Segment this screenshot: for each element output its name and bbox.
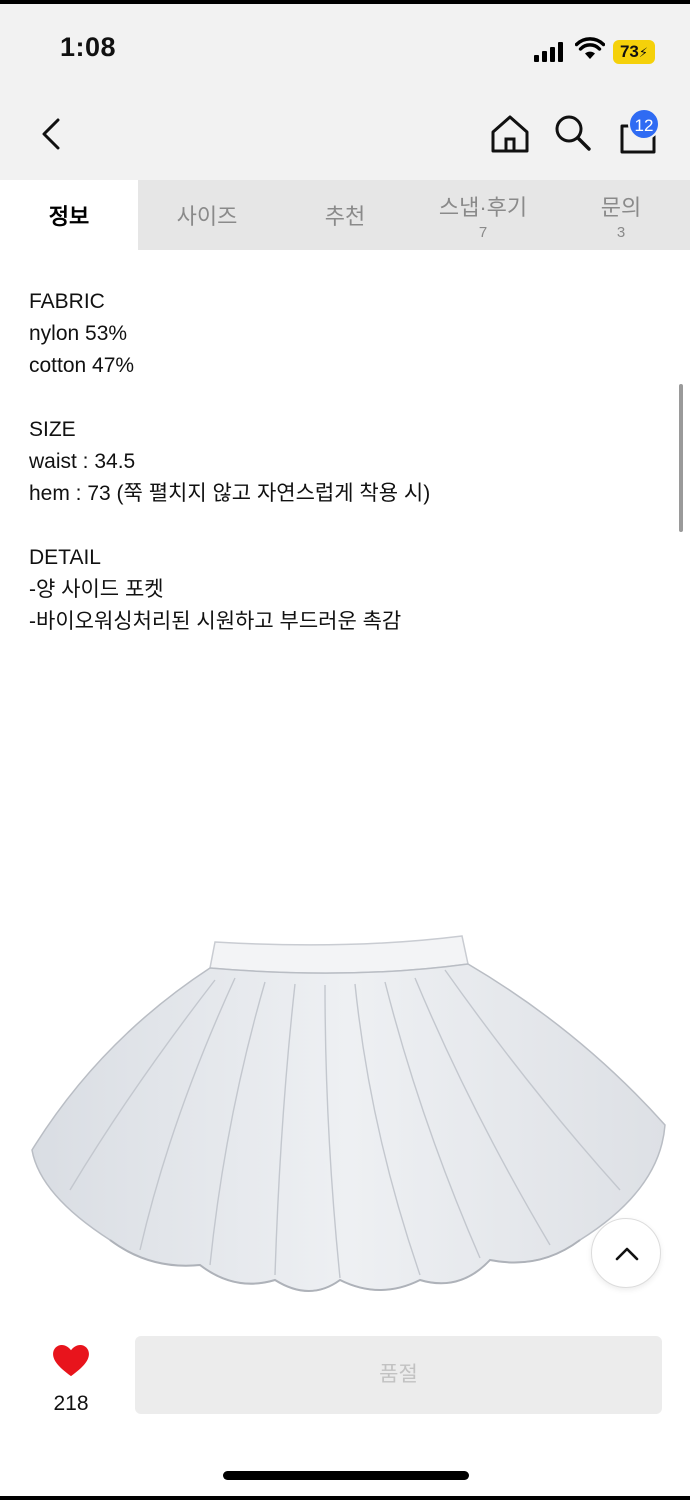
top-navigation (0, 94, 690, 180)
tab-info[interactable]: 정보 (0, 180, 138, 250)
section-title: FABRIC (29, 290, 105, 313)
fabric-line: cotton 47% (29, 354, 135, 377)
status-bar: 1:08 73⚡ (0, 4, 690, 94)
tab-count: 7 (478, 223, 488, 241)
tab-label: 추천 (324, 204, 366, 229)
fabric-line: nylon 53% (29, 322, 128, 345)
chevron-left-icon[interactable] (32, 114, 72, 154)
bottom-action-bar: 218 품절 (0, 1320, 690, 1450)
scroll-to-top-button[interactable] (591, 1218, 661, 1288)
section-title: SIZE (29, 418, 76, 441)
battery-level: 73 (619, 42, 639, 61)
like-count: 218 (53, 1392, 89, 1415)
tab-inquiry[interactable]: 문의 3 (552, 180, 690, 250)
tab-snap-review[interactable]: 스냅·후기 7 (414, 180, 552, 250)
tab-label: 문의 (600, 194, 642, 220)
chevron-up-icon (615, 1247, 639, 1261)
tab-label: 사이즈 (176, 204, 238, 229)
size-line: waist : 34.5 (29, 450, 136, 473)
home-indicator (223, 1471, 469, 1480)
scrollbar[interactable] (679, 384, 683, 532)
tab-size[interactable]: 사이즈 (138, 180, 276, 250)
wifi-icon (575, 37, 605, 59)
product-description: FABRIC nylon 53% cotton 47% SIZE waist :… (29, 286, 659, 670)
detail-line: -양 사이드 포켓 (29, 578, 164, 601)
battery-charging-icon: 73⚡ (613, 40, 655, 64)
detail-line: -바이오워싱처리된 시원하고 부드러운 촉감 (29, 610, 402, 633)
screen-bottom-border (0, 1496, 690, 1500)
tab-label: 정보 (48, 204, 90, 229)
cellular-signal-icon (534, 42, 566, 62)
detail-section: DETAIL -양 사이드 포켓 -바이오워싱처리된 시원하고 부드러운 촉감 (29, 542, 659, 638)
section-title: DETAIL (29, 546, 101, 569)
cart-count-badge: 12 (628, 108, 660, 140)
tab-recommend[interactable]: 추천 (276, 180, 414, 250)
product-tabs: 정보 사이즈 추천 스냅·후기 7 문의 3 (0, 180, 690, 250)
soldout-button[interactable]: 품절 (135, 1336, 662, 1414)
tab-count: 3 (616, 223, 626, 241)
like-button[interactable]: 218 (44, 1340, 98, 1420)
home-icon[interactable] (488, 112, 532, 156)
product-image (31, 935, 666, 1292)
heart-icon (53, 1344, 89, 1377)
fabric-section: FABRIC nylon 53% cotton 47% (29, 286, 659, 382)
tab-label: 스냅·후기 (438, 194, 528, 220)
size-line: hem : 73 (쭉 펼치지 않고 자연스럽게 착용 시) (29, 482, 431, 505)
status-time: 1:08 (60, 32, 117, 62)
size-section: SIZE waist : 34.5 hem : 73 (쭉 펼치지 않고 자연스… (29, 414, 659, 510)
search-icon[interactable] (552, 112, 594, 154)
